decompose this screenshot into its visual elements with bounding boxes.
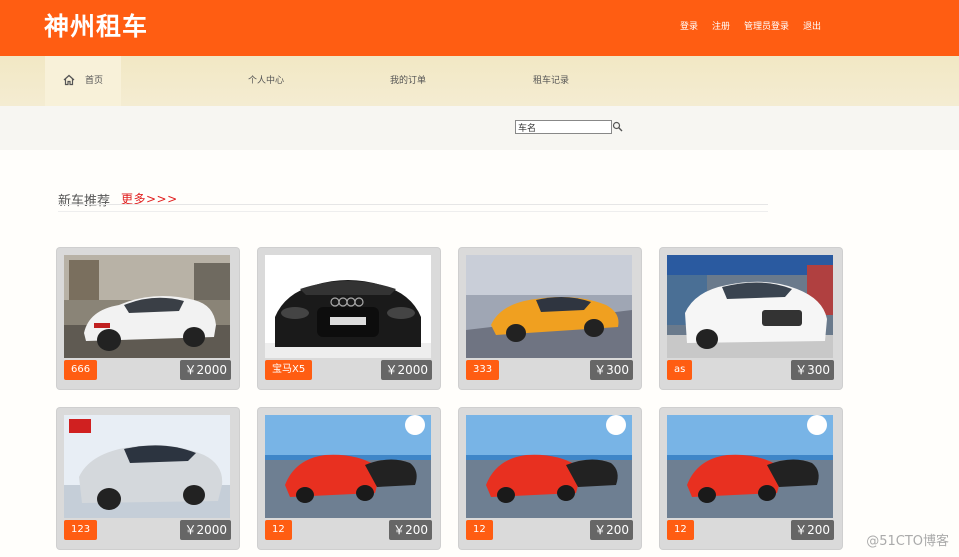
- nav-home-label: 首页: [85, 76, 104, 86]
- search-icon[interactable]: [612, 121, 624, 133]
- car-price: ￥2000: [180, 360, 231, 380]
- car-card[interactable]: 12 ￥200: [660, 408, 842, 549]
- car-image[interactable]: [466, 415, 632, 518]
- register-link[interactable]: 注册: [712, 19, 730, 32]
- admin-login-link[interactable]: 管理员登录: [744, 19, 789, 32]
- car-image[interactable]: [265, 415, 431, 518]
- car-image[interactable]: [667, 415, 833, 518]
- car-name[interactable]: 12: [265, 520, 292, 540]
- car-name[interactable]: 12: [466, 520, 493, 540]
- section-divider: [58, 204, 768, 212]
- car-price: ￥200: [590, 520, 633, 540]
- nav-item-orders[interactable]: 我的订单: [390, 56, 426, 106]
- logout-link[interactable]: 退出: [803, 19, 821, 32]
- car-price: ￥200: [389, 520, 432, 540]
- car-image[interactable]: [466, 255, 632, 358]
- site-logo[interactable]: 神州租车: [44, 7, 148, 43]
- watermark: @51CTO博客: [866, 534, 949, 549]
- car-price: ￥2000: [180, 520, 231, 540]
- nav-item-rental-history[interactable]: 租车记录: [533, 56, 569, 106]
- car-image[interactable]: [64, 415, 230, 518]
- car-price: ￥300: [791, 360, 834, 380]
- home-icon: [63, 74, 75, 86]
- nav-item-home[interactable]: 首页: [45, 56, 121, 106]
- car-card[interactable]: 666 ￥2000: [57, 248, 239, 389]
- car-name[interactable]: 宝马X5: [265, 360, 313, 380]
- search-bar: [0, 106, 959, 150]
- car-name[interactable]: as: [667, 360, 693, 380]
- car-name[interactable]: 12: [667, 520, 694, 540]
- top-header: 神州租车 登录 注册 管理员登录 退出: [0, 0, 959, 56]
- car-price: ￥300: [590, 360, 633, 380]
- car-name[interactable]: 123: [64, 520, 98, 540]
- car-name[interactable]: 666: [64, 360, 98, 380]
- car-card[interactable]: 12 ￥200: [459, 408, 641, 549]
- header-links: 登录 注册 管理员登录 退出: [680, 19, 821, 32]
- car-image[interactable]: [667, 255, 833, 358]
- car-price: ￥200: [791, 520, 834, 540]
- search-input[interactable]: [515, 120, 612, 134]
- main-nav: 首页 个人中心 我的订单 租车记录: [0, 56, 959, 106]
- car-price: ￥2000: [381, 360, 432, 380]
- car-image[interactable]: [265, 255, 431, 358]
- car-card[interactable]: 宝马X5 ￥2000: [258, 248, 440, 389]
- car-card[interactable]: 123 ￥2000: [57, 408, 239, 549]
- car-image[interactable]: [64, 255, 230, 358]
- car-card[interactable]: 333 ￥300: [459, 248, 641, 389]
- nav-item-profile[interactable]: 个人中心: [248, 56, 284, 106]
- car-card[interactable]: 12 ￥200: [258, 408, 440, 549]
- car-name[interactable]: 333: [466, 360, 500, 380]
- car-card[interactable]: as ￥300: [660, 248, 842, 389]
- login-link[interactable]: 登录: [680, 19, 698, 32]
